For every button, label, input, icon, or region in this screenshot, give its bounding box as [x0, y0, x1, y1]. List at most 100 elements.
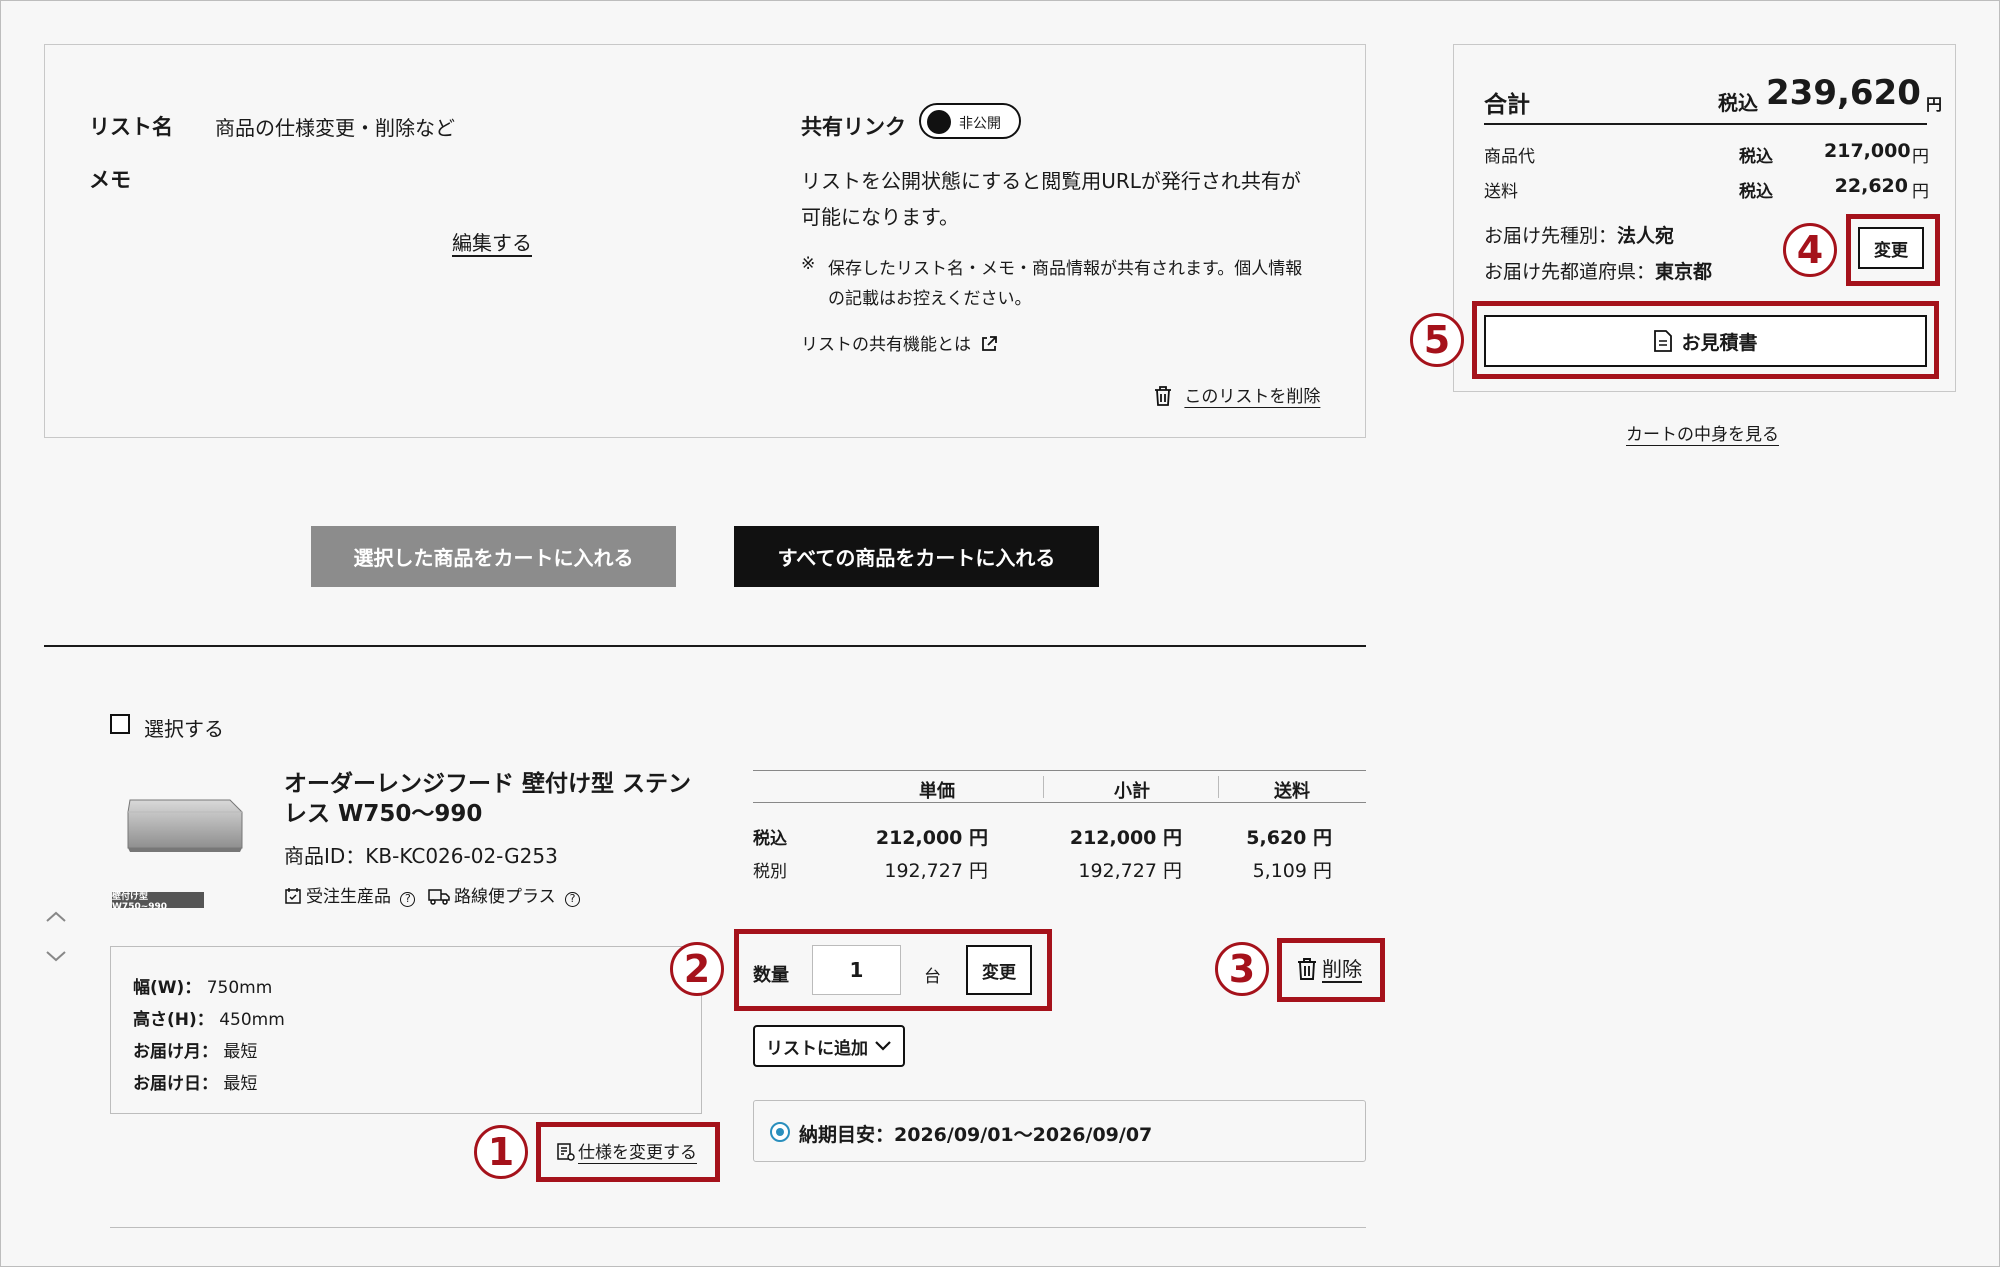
add-to-list-label: リストに追加 [766, 1038, 868, 1059]
select-checkbox[interactable] [110, 714, 130, 734]
thumbnail-caption: 壁付け型 W750~990 [112, 892, 204, 912]
product-id: 商品ID：KB-KC026-02-G253 [284, 844, 558, 868]
highlight-quote [1472, 301, 1939, 379]
add-to-list-dropdown[interactable]: リストに追加 [753, 1025, 905, 1067]
tax-in-label: 税込 [753, 829, 787, 849]
spec-row: 高さ(H)： 450mm [133, 1005, 285, 1030]
add-all-to-cart-button[interactable]: すべての商品をカートに入れる [734, 526, 1099, 587]
spec-box: 幅(W)： 750mm 高さ(H)： 450mm お届け月： 最短 お届け日： … [110, 946, 702, 1114]
spec-value: 最短 [223, 1074, 258, 1094]
list-name-label: リスト名 [89, 115, 173, 139]
dest-type-label: お届け先種別： [1484, 225, 1618, 247]
add-selected-to-cart-button[interactable]: 選択した商品をカートに入れる [311, 526, 676, 587]
toggle-knob [927, 110, 951, 134]
delete-list-link[interactable]: このリストを削除 [1153, 382, 1320, 407]
dest-pref-value: 東京都 [1655, 261, 1713, 283]
external-link-icon [982, 336, 998, 351]
product-name-line2: レス W750〜990 [284, 801, 483, 827]
move-down-icon[interactable] [44, 948, 68, 964]
marker-5: 5 [1410, 313, 1464, 367]
share-toggle[interactable]: 非公開 [919, 103, 1021, 139]
tax-ex-label: 税別 [753, 862, 787, 882]
dest-pref: お届け先都道府県：東京都 [1484, 257, 1712, 284]
header-subtotal: 小計 [1114, 781, 1150, 802]
product-name[interactable]: オーダーレンジフード 壁付け型 ステン レス W750〜990 [284, 769, 724, 829]
note-mark: ※ [801, 254, 816, 274]
range-hood-image [127, 799, 243, 852]
help-icon[interactable]: ? [565, 892, 581, 907]
shipping-tax-in: 5,620 円 [1246, 827, 1332, 849]
badge2-text: 路線便プラス [454, 887, 556, 907]
product-name-line1: オーダーレンジフード 壁付け型 ステン [284, 771, 692, 797]
section-divider [44, 645, 1366, 647]
spec-value: 最短 [223, 1042, 258, 1062]
edit-link[interactable]: 編集する [452, 227, 532, 256]
dest-type: お届け先種別：法人宛 [1484, 221, 1674, 248]
badge-made-to-order: 受注生産品 ? [284, 882, 416, 907]
subtotal-tax-in: 212,000 円 [1069, 827, 1182, 849]
total-value: 239,620 [1766, 73, 1921, 113]
view-cart-link[interactable]: カートの中身を見る [1626, 420, 1779, 445]
memo-label: メモ [89, 168, 131, 192]
badge1-text: 受注生産品 [306, 887, 391, 907]
spec-row: お届け月： 最短 [133, 1037, 257, 1062]
unit-price-tax-ex: 192,727 円 [884, 860, 988, 882]
spec-row: お届け日： 最短 [133, 1069, 257, 1094]
move-up-icon[interactable] [44, 908, 68, 924]
item-cost-tax: 税込 [1739, 147, 1773, 167]
shipping-label: 送料 [1484, 182, 1518, 202]
total-unit: 円 [1926, 95, 1943, 114]
delete-list-text: このリストを削除 [1184, 387, 1321, 407]
chevron-down-icon [875, 1041, 891, 1051]
share-description-1: リストを公開状態にすると閲覧用URLが発行され共有が [801, 169, 1301, 193]
item-cost-unit: 円 [1912, 147, 1929, 167]
truck-icon [428, 889, 450, 905]
radio-icon [770, 1122, 790, 1142]
item-bottom-divider [110, 1227, 1366, 1228]
help-icon[interactable]: ? [400, 892, 416, 907]
col-separator [1043, 776, 1044, 798]
shipping-unit: 円 [1912, 182, 1929, 202]
price-table-top [753, 770, 1366, 771]
share-description-2: 可能になります。 [801, 205, 959, 229]
highlight-delete [1277, 938, 1385, 1002]
list-info-panel: リスト名 商品の仕様変更・削除など メモ 編集する 共有リンク 非公開 リストを… [44, 44, 1366, 438]
spec-label: お届け月： [133, 1042, 218, 1062]
spec-label: 幅(W)： [133, 978, 202, 998]
badge-freight: 路線便プラス ? [428, 882, 581, 907]
dest-type-value: 法人宛 [1617, 225, 1675, 247]
spec-value: 750mm [206, 978, 273, 998]
product-thumbnail[interactable]: 壁付け型 W750~990 [112, 790, 244, 912]
share-help-link[interactable]: リストの共有機能とは [801, 330, 998, 355]
subtotal-tax-ex: 192,727 円 [1078, 860, 1182, 882]
marker-2: 2 [670, 942, 724, 996]
header-unit-price: 単価 [919, 781, 955, 802]
marker-4: 4 [1783, 223, 1837, 277]
highlight-change-spec [536, 1122, 720, 1182]
delivery-estimate-box: 納期目安：2026/09/01〜2026/09/07 [753, 1100, 1366, 1162]
spec-row: 幅(W)： 750mm [133, 973, 272, 998]
highlight-destination-change [1846, 214, 1940, 286]
highlight-quantity [734, 929, 1052, 1011]
share-link-label: 共有リンク [801, 115, 906, 139]
shipping-tax-ex: 5,109 円 [1252, 860, 1332, 882]
shipping-tax: 税込 [1739, 182, 1773, 202]
marker-3: 3 [1215, 942, 1269, 996]
select-label: 選択する [144, 717, 224, 741]
trash-icon [1155, 386, 1171, 406]
item-cost-label: 商品代 [1484, 147, 1535, 167]
dest-pref-label: お届け先都道府県： [1484, 261, 1656, 283]
spec-label: お届け日： [133, 1074, 218, 1094]
spec-value: 450mm [219, 1010, 285, 1030]
note-line-2: の記載はお控えください。 [828, 289, 1032, 309]
price-table-header-line [753, 802, 1366, 803]
toggle-text: 非公開 [959, 116, 1001, 132]
col-separator [1218, 776, 1219, 798]
summary-divider [1484, 123, 1927, 125]
marker-1: 1 [474, 1125, 528, 1179]
total-tax-label: 税込 [1718, 91, 1758, 115]
note-line-1: 保存したリスト名・メモ・商品情報が共有されます。個人情報 [828, 259, 1303, 279]
calendar-check-icon [285, 888, 301, 904]
header-shipping: 送料 [1274, 781, 1310, 802]
shipping-value: 22,620 [1834, 175, 1908, 197]
